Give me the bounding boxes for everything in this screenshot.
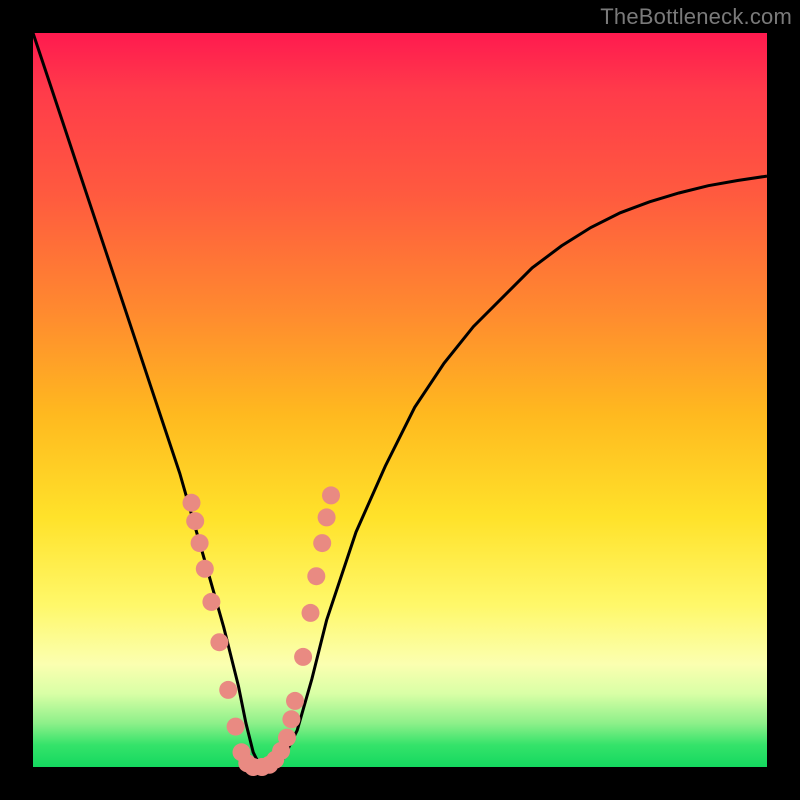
plot-area [33, 33, 767, 767]
dot-cluster [183, 486, 341, 776]
data-dot [196, 560, 214, 578]
bottleneck-curve [33, 33, 767, 767]
data-dot [227, 718, 245, 736]
data-dot [322, 486, 340, 504]
data-dot [286, 692, 304, 710]
data-dot [191, 534, 209, 552]
data-dot [183, 494, 201, 512]
data-dot [278, 729, 296, 747]
watermark-text: TheBottleneck.com [600, 4, 792, 30]
data-dot [302, 604, 320, 622]
data-dot [318, 508, 336, 526]
outer-frame: TheBottleneck.com [0, 0, 800, 800]
data-dot [202, 593, 220, 611]
data-dot [210, 633, 228, 651]
data-dot [219, 681, 237, 699]
data-dot [282, 710, 300, 728]
chart-svg [33, 33, 767, 767]
data-dot [294, 648, 312, 666]
data-dot [307, 567, 325, 585]
data-dot [186, 512, 204, 530]
data-dot [313, 534, 331, 552]
